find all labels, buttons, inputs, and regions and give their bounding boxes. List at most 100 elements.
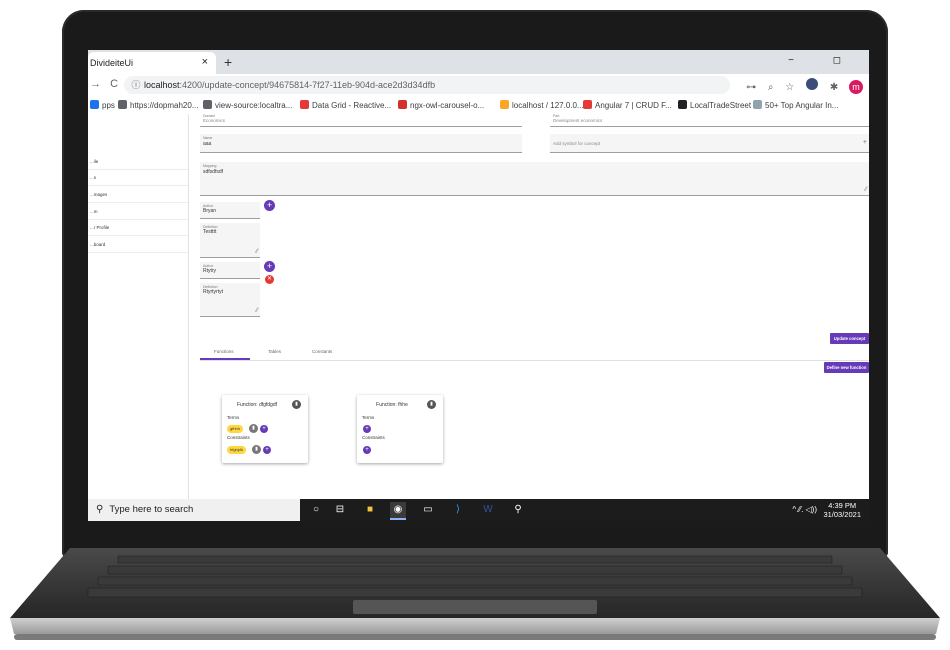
define-new-function-button[interactable]: Define new function [824, 362, 869, 373]
add-term-button[interactable]: + [363, 425, 371, 433]
bookmark-label: Angular 7 | CRUD F... [595, 101, 672, 110]
bookmark-item[interactable]: localhost / 127.0.0.... [500, 100, 586, 110]
sidenav-item[interactable]: ...r Profile [90, 225, 109, 230]
bookmark-item[interactable]: Angular 7 | CRUD F... [583, 100, 672, 110]
name-value: aaa [203, 141, 212, 147]
add-author-button-1[interactable]: + [264, 200, 275, 211]
reload-icon[interactable]: C [110, 78, 118, 90]
function-card: Function: dfgfdgdf ▮ Terms gfhhh ▮ + Con… [222, 395, 308, 463]
bookmark-favicon-icon [90, 100, 99, 109]
bookmark-favicon-icon [118, 100, 127, 109]
tab-tables[interactable]: Tables [268, 349, 281, 354]
author-field-2[interactable]: Author Rtytry [200, 262, 260, 279]
update-concept-button[interactable]: Update concept [830, 333, 869, 344]
function-title: Function: fhhe [376, 402, 408, 408]
windows-taskbar: ⚲ Type here to search ○ ⊟ ■ ◉ ▭ ⟩ W ⚲ ^ ⁄… [88, 499, 869, 521]
word-icon[interactable]: W [480, 502, 496, 518]
task-view-icon[interactable]: ⊟ [332, 502, 348, 518]
add-author-button-2[interactable]: + [264, 261, 275, 272]
tab-constants[interactable]: Constants [312, 349, 332, 354]
delete-term-icon[interactable]: ▮ [249, 424, 258, 433]
constraints-label: Constraints [362, 435, 385, 440]
name-field[interactable]: Name aaa [200, 134, 522, 153]
author-value-1: Bryan [203, 208, 217, 214]
sidenav-item[interactable]: ...board [90, 242, 105, 247]
forward-icon[interactable]: → [90, 78, 101, 90]
new-tab-button[interactable]: + [224, 54, 232, 70]
bookmark-label: LocalTradeStreet [690, 101, 752, 110]
bookmark-item[interactable]: https://dopmah20... [118, 100, 199, 110]
synonym-placeholder: Add symbol for concept [553, 141, 601, 146]
bookmark-label: localhost / 127.0.0.... [512, 101, 586, 110]
domain-field[interactable]: Domain Economics [200, 114, 522, 127]
bookmark-favicon-icon [500, 100, 509, 109]
sidenav-item[interactable]: ...m [90, 209, 98, 214]
sidenav-item[interactable]: ...mages [90, 192, 107, 197]
bookmark-favicon-icon [300, 100, 309, 109]
browser-tab[interactable]: DivideiteUi × [88, 52, 216, 74]
sidenav-item[interactable]: ...s [90, 175, 96, 180]
extension-icon[interactable] [806, 78, 819, 90]
file-explorer-icon[interactable]: ■ [362, 502, 378, 518]
bookmark-favicon-icon [398, 100, 407, 109]
part-field[interactable]: Part Development economics [550, 114, 869, 127]
term-chip[interactable]: gfhhh [227, 425, 244, 433]
clock[interactable]: 4:39 PM 31/03/2021 [823, 501, 861, 519]
search-tool-icon[interactable]: ⚲ [510, 502, 526, 518]
resize-handle-icon[interactable]: ⁄⁄ [256, 308, 258, 314]
add-term-button[interactable]: + [260, 425, 268, 433]
clock-date: 31/03/2021 [823, 510, 861, 519]
name-label: Name [203, 136, 213, 140]
key-icon[interactable]: ⊶ [746, 82, 756, 93]
side-nav: ...ile ...s ...mages ...m ...r Profile ...boa… [88, 114, 189, 499]
info-icon[interactable]: ⓘ [128, 76, 144, 94]
app-content: ...ile ...s ...mages ...m ...r Profile ...boa… [88, 114, 869, 499]
chrome-icon[interactable]: ◉ [390, 502, 406, 520]
resize-handle-icon[interactable]: ⁄⁄ [865, 187, 867, 193]
taskbar-search[interactable]: ⚲ Type here to search [88, 499, 300, 521]
terminal-icon[interactable]: ▭ [420, 502, 436, 518]
laptop-base [8, 548, 942, 644]
mapping-field[interactable]: Mapping sdfsdfsdf ⁄⁄ [200, 162, 869, 196]
tab-title: DivideiteUi [90, 58, 134, 68]
vscode-icon[interactable]: ⟩ [450, 502, 466, 518]
bookmark-item[interactable]: 50+ Top Angular In... [753, 100, 838, 110]
resize-handle-icon[interactable]: ⁄⁄ [256, 249, 258, 255]
domain-value: Economics [203, 118, 226, 123]
bookmark-item[interactable]: pps [90, 100, 115, 110]
mapping-label: Mapping [203, 164, 217, 168]
tab-functions[interactable]: Functions [214, 349, 234, 354]
add-constraint-button[interactable]: + [363, 446, 371, 454]
taskbar-search-placeholder: Type here to search [109, 504, 194, 515]
bookmark-item[interactable]: Data Grid - Reactive... [300, 100, 391, 110]
definition-field-1[interactable]: Definition Testttt ⁄⁄ [200, 223, 260, 258]
url-input[interactable]: ⓘ localhost:4200/update-concept/94675814-… [124, 76, 730, 94]
delete-function-icon[interactable]: ▮ [292, 400, 301, 409]
profile-avatar[interactable]: m [849, 80, 863, 94]
cortana-icon[interactable]: ○ [308, 502, 324, 518]
bookmarks-bar: pps https://dopmah20... view-source:localt… [88, 96, 869, 115]
bookmark-item[interactable]: LocalTradeStreet [678, 100, 751, 110]
sidenav-item[interactable]: ...ile [90, 159, 98, 164]
zoom-icon[interactable]: ⌕ [768, 82, 774, 93]
delete-function-icon[interactable]: ▮ [427, 400, 436, 409]
bookmark-favicon-icon [753, 100, 762, 109]
window-controls[interactable]: − ◻ [788, 55, 859, 66]
delete-author-button[interactable]: ✕ [265, 275, 274, 284]
sidenav-divider [88, 185, 188, 186]
star-icon[interactable]: ☆ [785, 82, 794, 93]
synonym-field[interactable]: Add symbol for concept + [550, 134, 869, 153]
bookmark-item[interactable]: view-source:localtra... [203, 100, 292, 110]
tab-close-icon[interactable]: × [202, 56, 208, 68]
add-constraint-button[interactable]: + [263, 446, 271, 454]
constraint-chip[interactable]: hfghjdh [227, 446, 247, 454]
author-field-1[interactable]: Author Bryan [200, 202, 260, 219]
add-synonym-icon[interactable]: + [863, 139, 867, 146]
search-icon: ⚲ [96, 504, 104, 515]
bookmark-favicon-icon [678, 100, 687, 109]
delete-constraint-icon[interactable]: ▮ [252, 445, 261, 454]
bookmark-item[interactable]: ngx-owl-carousel-o... [398, 100, 484, 110]
system-tray-icons[interactable]: ^ ⁄⁄. ◁)) [792, 505, 817, 514]
definition-field-2[interactable]: Definition Rtyrtyrtyt ⁄⁄ [200, 283, 260, 317]
puzzle-icon[interactable]: ✱ [830, 82, 838, 93]
